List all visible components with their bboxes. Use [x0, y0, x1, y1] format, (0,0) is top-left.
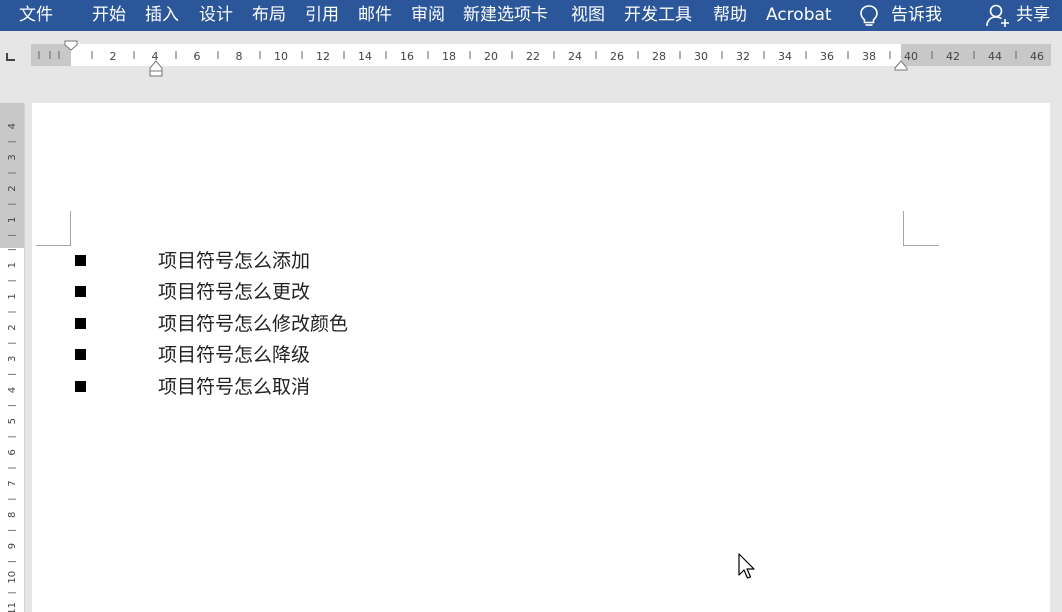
ruler-label: 2	[7, 185, 18, 191]
tab-home[interactable]: 开始	[92, 0, 126, 31]
ruler-label: 1	[7, 293, 18, 299]
ribbon-tab-bar: 文件 开始 插入 设计 布局 引用 邮件 审阅 新建选项卡 视图 开发工具 帮助…	[0, 0, 1062, 31]
ruler-label: 42	[946, 50, 960, 63]
tab-references[interactable]: 引用	[305, 0, 339, 31]
list-item-text[interactable]: 项目符号怎么更改	[158, 277, 310, 308]
tab-design[interactable]: 设计	[199, 0, 233, 31]
lightbulb-icon	[860, 5, 878, 26]
square-bullet-icon	[75, 349, 86, 361]
tab-developer[interactable]: 开发工具	[624, 0, 692, 31]
tab-help[interactable]: 帮助	[713, 0, 747, 31]
ruler-label: 6	[7, 449, 18, 455]
ruler-label: 8	[236, 50, 243, 63]
mouse-pointer-icon	[738, 553, 755, 579]
tab-view[interactable]: 视图	[571, 0, 605, 31]
ruler-label: 18	[442, 50, 456, 63]
ruler-label: 9	[7, 543, 18, 549]
vertical-ruler-ticks: 432111234567891011	[7, 123, 18, 612]
margin-corner-left	[36, 211, 71, 246]
horizontal-ruler[interactable]: 2 4 6 8 10 12 14 16 18 20 22 24 26 28 30 32 34 36 38 40 42 44…	[31, 44, 1051, 66]
list-item-text[interactable]: 项目符号怎么降级	[158, 340, 310, 371]
ruler-label: 24	[568, 50, 582, 63]
tab-stop-selector[interactable]	[0, 43, 23, 71]
ruler-label: 1	[7, 262, 18, 268]
ruler-label: 6	[194, 50, 201, 63]
ruler-label: 22	[526, 50, 540, 63]
ruler-label: 3	[7, 154, 18, 160]
ruler-label: 30	[694, 50, 708, 63]
ruler-label: 2	[7, 324, 18, 330]
ruler-label: 38	[862, 50, 876, 63]
ruler-label: 28	[652, 50, 666, 63]
vertical-ruler[interactable]: 4 3 2 1 1 1 2 3 4 5 6 7 8 9 10 11	[0, 103, 25, 612]
square-bullet-icon	[75, 286, 86, 298]
ruler-label: 2	[110, 50, 117, 63]
ruler-label: 32	[736, 50, 750, 63]
tab-insert[interactable]: 插入	[145, 0, 179, 31]
ruler-label: 4	[7, 123, 18, 129]
tab-mailings[interactable]: 邮件	[358, 0, 392, 31]
ruler-label: 20	[484, 50, 498, 63]
ruler-label: 14	[358, 50, 372, 63]
ruler-ticks: 2 4 6 8 10 12 14 16 18 20 22 24 26 28 30 32 34 36 38 40 42 44…	[38, 50, 1044, 63]
add-user-icon	[986, 4, 1009, 27]
ruler-label: 4	[152, 50, 159, 63]
ruler-label: 11	[7, 602, 18, 612]
ruler-label: 46	[1030, 50, 1044, 63]
ruler-label: 12	[316, 50, 330, 63]
ruler-label: 16	[400, 50, 414, 63]
tab-acrobat[interactable]: Acrobat	[766, 0, 832, 31]
ruler-label: 10	[274, 50, 288, 63]
ruler-label: 1	[7, 217, 18, 223]
list-item-text[interactable]: 项目符号怎么修改颜色	[158, 309, 348, 340]
ruler-label: 26	[610, 50, 624, 63]
ruler-label: 4	[7, 387, 18, 393]
tab-file[interactable]: 文件	[19, 0, 53, 31]
ruler-label: 34	[778, 50, 792, 63]
ruler-label: 44	[988, 50, 1002, 63]
tab-layout[interactable]: 布局	[252, 0, 286, 31]
share-label: 共享	[1016, 5, 1050, 25]
ruler-label: 8	[7, 512, 18, 518]
margin-corner-right	[903, 211, 939, 246]
list-item-text[interactable]: 项目符号怎么添加	[158, 246, 310, 277]
square-bullet-icon	[75, 380, 86, 392]
tell-me-label: 告诉我	[891, 5, 942, 25]
list-item-text[interactable]: 项目符号怎么取消	[158, 372, 310, 403]
tab-review[interactable]: 审阅	[411, 0, 445, 31]
ruler-label: 7	[7, 480, 18, 486]
square-bullet-icon	[75, 255, 86, 266]
ruler-label: 36	[820, 50, 834, 63]
ruler-label: 40	[904, 50, 918, 63]
tab-new-tab[interactable]: 新建选项卡	[463, 0, 548, 31]
document-page[interactable]: 项目符号怎么添加 项目符号怎么更改 项目符号怎么修改颜色 项目符号怎么降级 项目…	[32, 103, 1050, 612]
ruler-area	[0, 31, 1062, 103]
ruler-label: 3	[7, 356, 18, 362]
square-bullet-icon	[75, 317, 86, 329]
ruler-label: 10	[7, 571, 18, 584]
ruler-label: 5	[7, 418, 18, 424]
